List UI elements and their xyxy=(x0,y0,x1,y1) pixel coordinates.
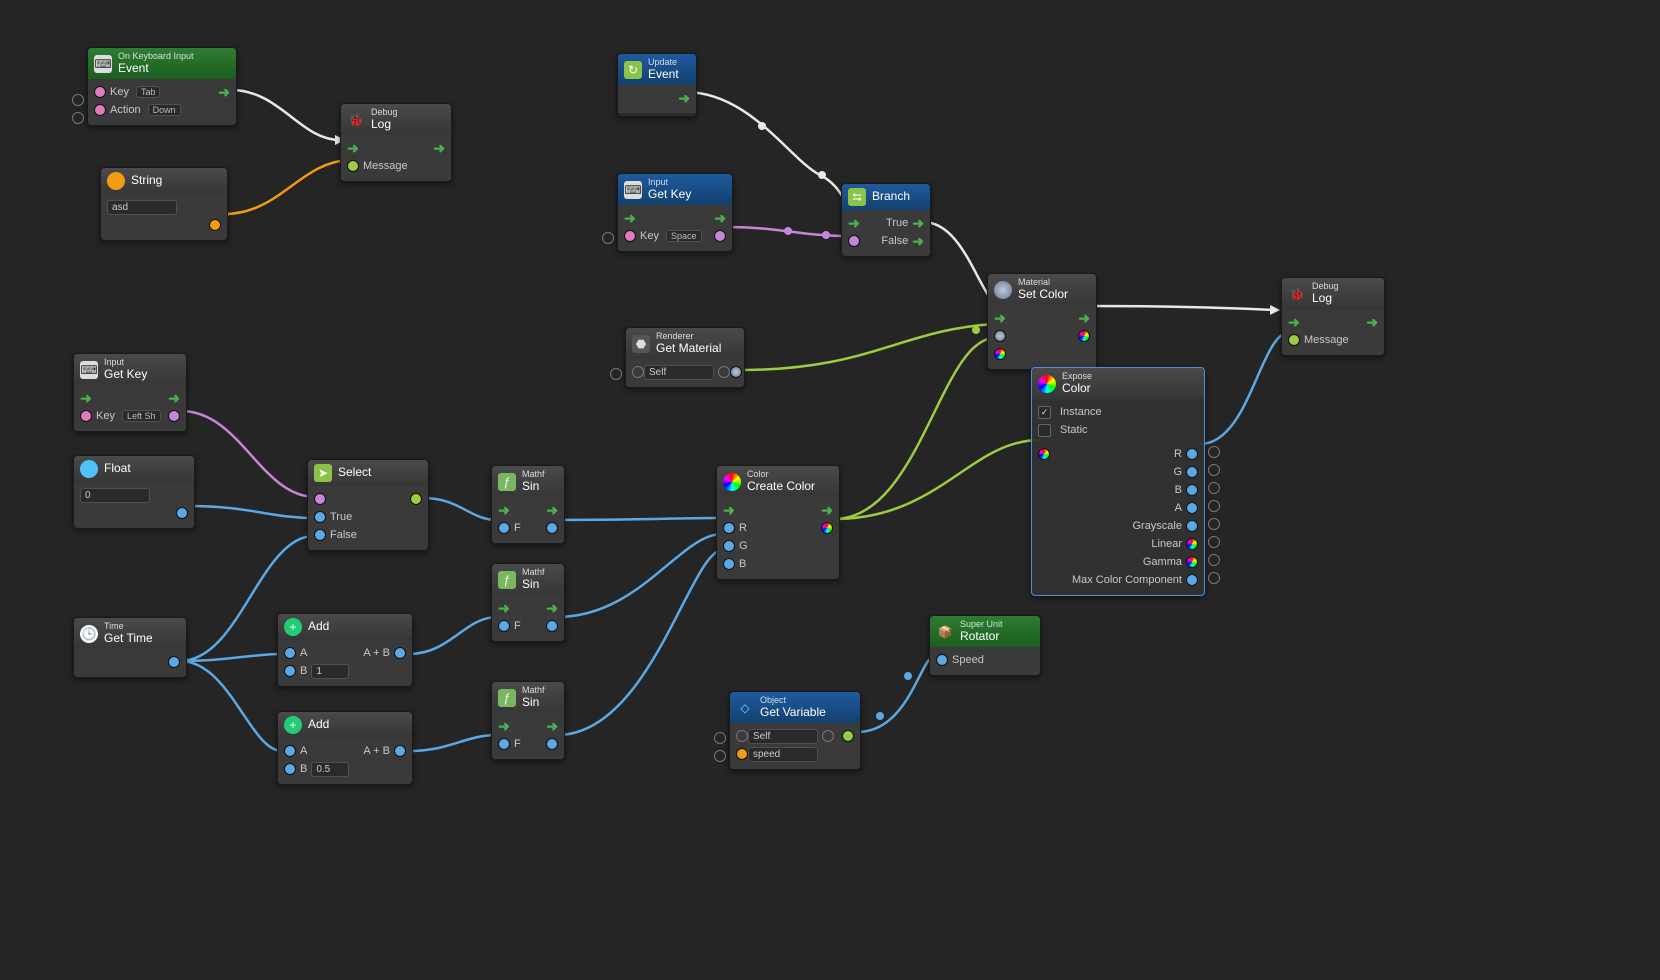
node-get-key-shift[interactable]: ⌨ InputGet Key ➜➜ KeyLeft Sh xyxy=(73,353,187,432)
node-update[interactable]: ↻ UpdateEvent ➜ xyxy=(617,53,697,117)
port-color-out[interactable] xyxy=(1078,330,1090,342)
instance-checkbox[interactable]: ✓ xyxy=(1038,406,1051,419)
port-out[interactable] xyxy=(209,219,221,231)
keyboard-icon: ⌨ xyxy=(94,55,112,73)
exec-out-icon[interactable]: ➜ xyxy=(218,85,230,99)
debug-icon: 🐞 xyxy=(347,111,365,129)
exec-in-icon[interactable]: ➜ xyxy=(347,141,359,155)
color-icon xyxy=(1038,375,1056,393)
string-value-input[interactable]: asd xyxy=(107,200,177,215)
node-rotator[interactable]: 📦 Super UnitRotator Speed xyxy=(929,615,1041,676)
port-material-out[interactable] xyxy=(730,366,742,378)
node-string[interactable]: String asd xyxy=(100,167,228,241)
varname-input[interactable]: speed xyxy=(748,747,818,762)
loop-icon: ↻ xyxy=(624,61,642,79)
node-set-color[interactable]: MaterialSet Color ➜➜ xyxy=(987,273,1097,370)
static-checkbox[interactable] xyxy=(1038,424,1051,437)
port-out[interactable] xyxy=(176,507,188,519)
mathf-icon: ƒ xyxy=(498,689,516,707)
port-false[interactable] xyxy=(314,529,326,541)
side-port[interactable] xyxy=(72,112,84,124)
node-get-key-space[interactable]: ⌨ InputGet Key ➜➜ KeySpace xyxy=(617,173,733,252)
port-key[interactable] xyxy=(94,86,106,98)
port-message[interactable] xyxy=(1288,334,1300,346)
branch-icon: ⮀ xyxy=(848,188,866,206)
port-color-in[interactable] xyxy=(1038,448,1050,460)
superunit-icon: 📦 xyxy=(936,623,954,641)
port-time-out[interactable] xyxy=(168,656,180,668)
port-action[interactable] xyxy=(94,104,106,116)
node-title: Event xyxy=(118,62,194,75)
float-value-input[interactable]: 0 xyxy=(80,488,150,503)
port-out[interactable] xyxy=(410,493,422,505)
port-key[interactable] xyxy=(624,230,636,242)
port-material[interactable] xyxy=(994,330,1006,342)
node-add-1[interactable]: + Add AA + B B1 xyxy=(277,613,413,687)
node-get-time[interactable]: 🕒 TimeGet Time xyxy=(73,617,187,678)
select-icon: ➤ xyxy=(314,464,332,482)
node-on-keyboard-input[interactable]: ⌨ On Keyboard Input Event KeyTab ➜ Actio… xyxy=(87,47,237,126)
node-select[interactable]: ➤ Select True False xyxy=(307,459,429,551)
string-icon xyxy=(107,172,125,190)
port-bool-out[interactable] xyxy=(168,410,180,422)
add-icon: + xyxy=(284,716,302,734)
float-icon xyxy=(80,460,98,478)
port-color-in[interactable] xyxy=(994,348,1006,360)
keyboard-icon: ⌨ xyxy=(80,361,98,379)
side-port[interactable] xyxy=(72,94,84,106)
debug-icon: 🐞 xyxy=(1288,285,1306,303)
action-value[interactable]: Down xyxy=(148,104,181,116)
node-create-color[interactable]: ColorCreate Color ➜➜ R G B xyxy=(716,465,840,580)
port-target[interactable] xyxy=(632,366,644,378)
key-value[interactable]: Tab xyxy=(136,86,161,98)
node-get-variable[interactable]: ◇ ObjectGet Variable Self speed xyxy=(729,691,861,770)
self-input[interactable]: Self xyxy=(644,365,714,380)
self-input[interactable]: Self xyxy=(748,729,818,744)
object-icon: ◇ xyxy=(736,699,754,717)
add-b-input[interactable]: 0.5 xyxy=(311,762,349,777)
port-out-bool[interactable] xyxy=(714,230,726,242)
port-cond[interactable] xyxy=(848,235,860,247)
side-port[interactable] xyxy=(602,232,614,244)
node-debug-log-1[interactable]: 🐞 DebugLog ➜➜ Message xyxy=(340,103,452,182)
node-sin-3[interactable]: ƒ MathfSin ➜➜ F xyxy=(491,681,565,760)
port-message[interactable] xyxy=(347,160,359,172)
node-branch[interactable]: ⮀ Branch ➜True➜ False➜ xyxy=(841,183,931,257)
color-icon xyxy=(723,473,741,491)
node-add-2[interactable]: + Add AA + B B0.5 xyxy=(277,711,413,785)
port-cond[interactable] xyxy=(314,493,326,505)
node-sin-2[interactable]: ƒ MathfSin ➜➜ F xyxy=(491,563,565,642)
port-true[interactable] xyxy=(314,511,326,523)
keyboard-icon: ⌨ xyxy=(624,181,642,199)
exec-out-icon[interactable]: ➜ xyxy=(678,91,690,105)
node-get-material[interactable]: ⬣ RendererGet Material Self xyxy=(625,327,745,388)
add-icon: + xyxy=(284,618,302,636)
unity-icon: ⬣ xyxy=(632,335,650,353)
side-port[interactable] xyxy=(610,368,622,380)
mathf-icon: ƒ xyxy=(498,473,516,491)
exec-out-icon[interactable]: ➜ xyxy=(433,141,445,155)
node-debug-log-2[interactable]: 🐞 DebugLog ➜➜ Message xyxy=(1281,277,1385,356)
node-sin-1[interactable]: ƒ MathfSin ➜➜ F xyxy=(491,465,565,544)
node-float[interactable]: Float 0 xyxy=(73,455,195,529)
add-b-input[interactable]: 1 xyxy=(311,664,349,679)
clock-icon: 🕒 xyxy=(80,625,98,643)
mathf-icon: ƒ xyxy=(498,571,516,589)
port-speed[interactable] xyxy=(936,654,948,666)
node-expose-color[interactable]: ExposeColor ✓Instance Static R G B A Gra… xyxy=(1031,367,1205,596)
port-color-out[interactable] xyxy=(821,522,833,534)
material-icon xyxy=(994,281,1012,299)
port-f[interactable] xyxy=(498,522,510,534)
port-out[interactable] xyxy=(842,730,854,742)
